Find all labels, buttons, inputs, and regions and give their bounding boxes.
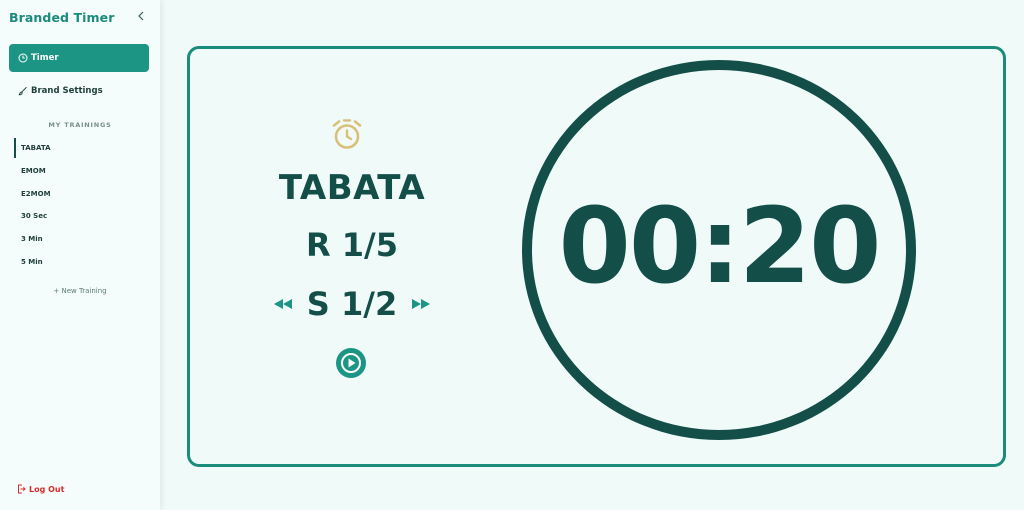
play-icon [341,353,361,373]
nav-brand-settings[interactable]: Brand Settings [9,80,149,102]
training-name: TABATA [278,168,426,208]
new-training-button[interactable]: + New Training [0,287,160,295]
next-set-button[interactable] [411,298,431,310]
sidebar: Branded Timer Timer Brand Settings MY TR… [0,0,160,510]
countdown-ring: 00:20 [522,60,916,440]
play-button[interactable] [336,348,366,378]
round-counter: R 1/5 [306,226,398,264]
training-item-3-min[interactable]: 3 Min [14,229,154,249]
rewind-icon [273,299,292,309]
training-item-30-sec[interactable]: 30 Sec [14,206,154,226]
training-item-tabata[interactable]: TABATA [14,138,154,158]
fast-forward-icon [412,299,431,309]
training-item-emom[interactable]: EMOM [14,161,154,181]
app-title: Branded Timer [9,10,115,25]
clock-icon [18,53,28,63]
training-item-5-min[interactable]: 5 Min [14,252,154,272]
countdown-time: 00:20 [558,185,881,307]
brush-icon [18,86,28,96]
nav-brand-settings-label: Brand Settings [31,86,103,96]
alarm-clock-icon [330,118,364,156]
set-controls: S 1/2 [252,283,452,325]
previous-set-button[interactable] [273,298,293,310]
training-item-e2mom[interactable]: E2MOM [14,184,154,204]
logout-button[interactable]: Log Out [17,484,64,494]
set-counter: S 1/2 [306,285,398,323]
nav-timer[interactable]: Timer [9,44,149,72]
my-trainings-heading: MY TRAININGS [48,121,112,129]
training-list: TABATA EMOM E2MOM 30 Sec 3 Min 5 Min [14,138,154,275]
logout-label: Log Out [29,484,65,494]
collapse-sidebar-button[interactable] [134,9,148,23]
chevron-left-icon [138,11,144,21]
logout-icon [18,484,26,494]
nav-timer-label: Timer [31,53,59,63]
